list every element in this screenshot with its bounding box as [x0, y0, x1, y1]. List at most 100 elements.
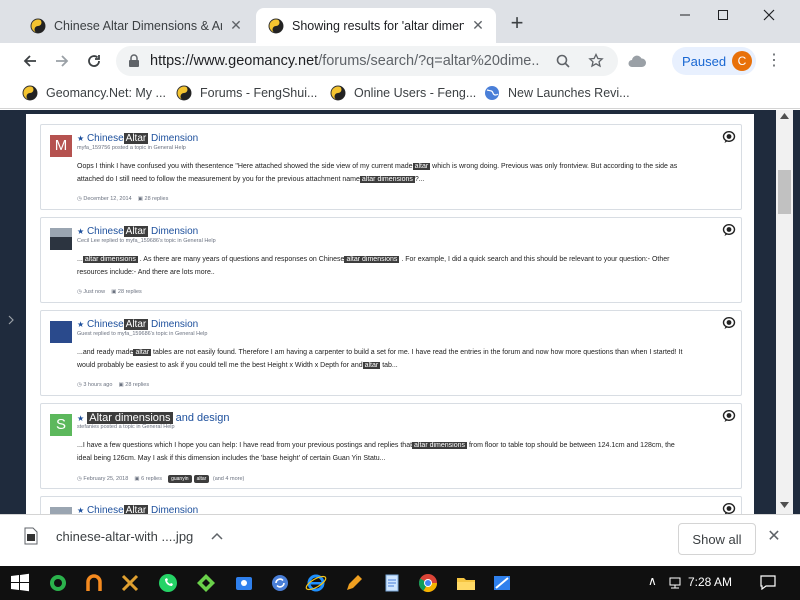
result-snippet: ...I have a few questions which I hope y…: [77, 442, 675, 462]
bookmark-label: Forums - FengShui...: [200, 86, 318, 100]
bookmark-star-icon[interactable]: [588, 53, 604, 69]
app-orange-horseshoe-icon[interactable]: [82, 571, 106, 595]
left-sidebar-strip: [0, 110, 18, 514]
internet-explorer-icon[interactable]: [304, 571, 328, 595]
clock-icon: ◷: [77, 476, 82, 482]
avatar[interactable]: [50, 507, 72, 514]
image-file-icon: [24, 527, 38, 545]
result-title[interactable]: ★ Chinese Altar Dimension: [77, 505, 198, 514]
search-result: ★ Chinese Altar Dimension: [40, 496, 742, 514]
clock-icon: ◷: [77, 289, 82, 295]
tags-more[interactable]: (and 4 more): [213, 476, 245, 482]
cloud-extension-icon[interactable]: [628, 54, 646, 68]
lock-icon: [129, 54, 139, 67]
whatsapp-icon[interactable]: [156, 571, 180, 595]
app-pen-icon[interactable]: [342, 571, 366, 595]
avatar[interactable]: S: [50, 414, 72, 436]
result-footer: ◷ December 12, 2014 ▣ 28 replies: [77, 196, 169, 202]
network-icon[interactable]: [668, 576, 682, 590]
address-bar[interactable]: https://www.geomancy.net/forums/search/?…: [116, 46, 618, 76]
search-result: ★ Chinese Altar Dimension Cecil Lee repli…: [40, 217, 742, 303]
results-panel: M ★ Chinese Altar Dimension myfa_159756 p…: [26, 110, 754, 514]
notification-icon[interactable]: [760, 575, 776, 590]
scrollbar-thumb[interactable]: [778, 170, 791, 214]
star-icon: ★: [77, 227, 85, 236]
tab-close-icon[interactable]: ✕: [470, 17, 486, 34]
reload-icon: [88, 55, 100, 67]
tab-chinese-altar-dimensions[interactable]: Chinese Altar Dimensions & Ance ✕: [18, 8, 254, 43]
profile-paused-button[interactable]: Paused C: [672, 47, 756, 75]
taskbar-clock[interactable]: 7:28 AM: [688, 575, 732, 589]
profile-avatar: C: [732, 51, 752, 71]
comment-icon: ▣: [118, 382, 124, 388]
url-text: https://www.geomancy.net/forums/search/?…: [150, 53, 540, 69]
geomancy-favicon-icon: [268, 18, 284, 33]
comment-icon: ▣: [134, 476, 140, 482]
profile-status-label: Paused: [682, 53, 727, 69]
avatar[interactable]: [50, 321, 72, 343]
download-item[interactable]: chinese-altar-with ....jpg: [24, 527, 223, 545]
tag[interactable]: altar: [193, 475, 210, 483]
comment-icon: ▣: [137, 196, 143, 202]
notepad-icon[interactable]: [380, 571, 404, 595]
chrome-icon[interactable]: [416, 571, 440, 595]
search-result: ★ Chinese Altar Dimension Guest replied t…: [40, 310, 742, 396]
speech-bubble-icon: [722, 503, 736, 514]
bookmark-label: Geomancy.Net: My ...: [46, 86, 166, 100]
bookmark-label: New Launches Revi...: [508, 86, 630, 100]
bookmark-item[interactable]: Forums - FengShui...: [176, 85, 317, 101]
comment-icon: ▣: [111, 289, 117, 295]
forward-button[interactable]: [48, 47, 76, 75]
panel-top-border: [26, 110, 754, 114]
app-green-circle-icon[interactable]: [46, 571, 70, 595]
geomancy-favicon-icon: [176, 85, 192, 101]
bookmark-item[interactable]: Geomancy.Net: My ...: [22, 85, 166, 101]
chevron-right-icon[interactable]: [8, 315, 14, 325]
show-all-button[interactable]: Show all: [678, 523, 756, 555]
app-blue-folder-icon[interactable]: [232, 571, 256, 595]
windows-start-icon[interactable]: [8, 571, 32, 595]
result-title[interactable]: ★ Altar dimensions and design: [77, 412, 229, 424]
result-title[interactable]: ★ Chinese Altar Dimension: [77, 319, 198, 330]
tab-close-icon[interactable]: ✕: [228, 17, 244, 34]
windows-taskbar: ∧ 7:28 AM: [0, 566, 800, 600]
result-meta: stefanies posted a topic in General Help: [77, 424, 175, 430]
clock-icon: ◷: [77, 196, 82, 202]
speech-bubble-icon: [722, 409, 736, 422]
back-button[interactable]: [16, 47, 44, 75]
menu-kebab-icon[interactable]: ⋮: [760, 47, 788, 75]
tab-title: Chinese Altar Dimensions & Ance: [54, 18, 222, 33]
page-scrollbar[interactable]: [776, 110, 793, 514]
close-download-bar-icon[interactable]: ✕: [766, 529, 782, 545]
tag[interactable]: guanyin: [168, 475, 192, 483]
page-content: M ★ Chinese Altar Dimension myfa_159756 p…: [0, 110, 800, 514]
download-bar: chinese-altar-with ....jpg Show all ✕: [0, 514, 800, 566]
bookmark-item[interactable]: New Launches Revi...: [484, 85, 630, 101]
result-title[interactable]: ★ Chinese Altar Dimension: [77, 226, 198, 237]
speech-bubble-icon: [722, 316, 736, 329]
tab-search-results[interactable]: Showing results for 'altar dimens ✕: [256, 8, 496, 43]
app-sync-icon[interactable]: [268, 571, 292, 595]
close-window-button[interactable]: [746, 0, 792, 30]
scroll-down-icon[interactable]: [780, 502, 789, 508]
star-icon: ★: [77, 320, 85, 329]
file-explorer-icon[interactable]: [454, 571, 478, 595]
app-tools-icon[interactable]: [118, 571, 142, 595]
new-tab-button[interactable]: +: [505, 12, 529, 36]
chevron-up-icon[interactable]: [211, 532, 223, 540]
maximize-button[interactable]: [700, 0, 746, 30]
chevron-up-icon[interactable]: ∧: [648, 574, 657, 588]
app-blue-window-icon[interactable]: [490, 571, 514, 595]
avatar[interactable]: [50, 228, 72, 250]
geomancy-favicon-icon: [330, 85, 346, 101]
scroll-up-icon[interactable]: [780, 113, 789, 119]
bookmark-item[interactable]: Online Users - Feng...: [330, 85, 476, 101]
reload-button[interactable]: [80, 47, 108, 75]
search-zoom-icon[interactable]: [556, 54, 570, 68]
result-footer: ◷ Just now ▣ 28 replies: [77, 289, 142, 295]
minimize-icon: [680, 14, 690, 16]
avatar[interactable]: M: [50, 135, 72, 157]
star-icon: ★: [77, 414, 85, 423]
app-green-diamond-icon[interactable]: [194, 571, 218, 595]
result-title[interactable]: ★ Chinese Altar Dimension: [77, 133, 198, 144]
